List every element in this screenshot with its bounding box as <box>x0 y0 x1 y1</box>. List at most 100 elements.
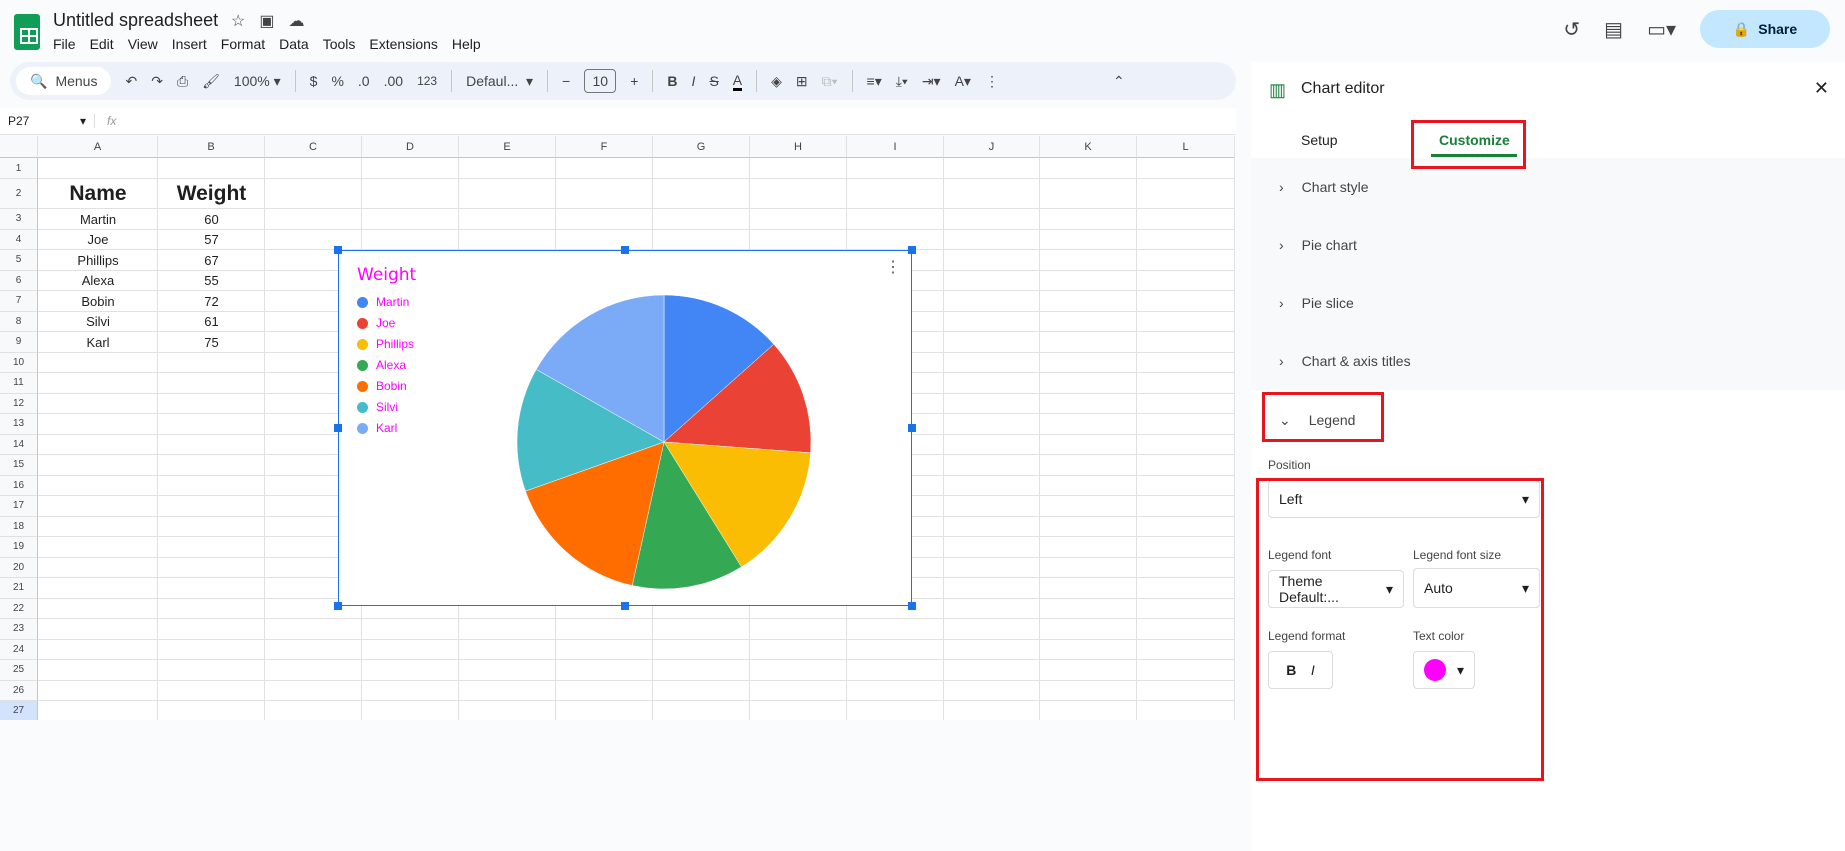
cell[interactable] <box>1137 332 1235 353</box>
column-header[interactable]: H <box>750 136 847 158</box>
cell[interactable] <box>38 352 158 373</box>
cell[interactable] <box>847 680 944 701</box>
cell[interactable] <box>1040 209 1137 230</box>
font-size-input[interactable]: 10 <box>584 69 617 93</box>
cell[interactable] <box>459 701 556 720</box>
cell[interactable] <box>362 209 459 230</box>
cell[interactable] <box>265 229 362 250</box>
cell[interactable] <box>847 179 944 209</box>
pie-slice-joe[interactable] <box>663 343 812 454</box>
cell[interactable] <box>750 701 847 720</box>
cell[interactable] <box>847 229 944 250</box>
cell[interactable] <box>944 639 1040 660</box>
cell[interactable] <box>38 475 158 496</box>
cell[interactable] <box>1137 619 1235 640</box>
cell[interactable] <box>653 619 750 640</box>
resize-handle[interactable] <box>334 424 342 432</box>
cell[interactable] <box>265 660 362 681</box>
row-header[interactable]: 1 <box>0 158 38 179</box>
text-wrap-icon[interactable]: ⇥▾ <box>922 73 941 90</box>
cell[interactable] <box>556 158 653 179</box>
cell[interactable] <box>1040 229 1137 250</box>
cell[interactable] <box>750 158 847 179</box>
cell[interactable] <box>158 598 265 619</box>
cell[interactable] <box>158 680 265 701</box>
cell[interactable] <box>653 158 750 179</box>
cell[interactable] <box>1137 393 1235 414</box>
section-chart-axis-titles[interactable]: › Chart & axis titles <box>1251 332 1845 390</box>
section-chart-style[interactable]: › Chart style <box>1251 158 1845 216</box>
cell[interactable] <box>944 179 1040 209</box>
cell[interactable] <box>1040 557 1137 578</box>
bold-button[interactable]: B <box>667 73 677 89</box>
column-header[interactable]: C <box>265 136 362 158</box>
cell[interactable] <box>944 578 1040 599</box>
cell[interactable] <box>944 352 1040 373</box>
cell[interactable] <box>158 455 265 476</box>
cell[interactable] <box>158 414 265 435</box>
cell[interactable] <box>38 158 158 179</box>
cell[interactable] <box>158 557 265 578</box>
cell[interactable] <box>265 158 362 179</box>
column-header[interactable]: D <box>362 136 459 158</box>
cell[interactable] <box>459 158 556 179</box>
cell[interactable] <box>750 209 847 230</box>
cell-value[interactable]: Silvi <box>38 312 158 333</box>
cell[interactable] <box>362 179 459 209</box>
cell[interactable] <box>38 537 158 558</box>
cell[interactable] <box>944 557 1040 578</box>
cell[interactable] <box>944 619 1040 640</box>
cell[interactable] <box>1137 680 1235 701</box>
cell[interactable] <box>1040 393 1137 414</box>
cell-value[interactable]: 72 <box>158 291 265 312</box>
cell[interactable] <box>944 598 1040 619</box>
cell[interactable] <box>459 179 556 209</box>
row-header[interactable]: 9 <box>0 332 38 353</box>
cell[interactable] <box>556 209 653 230</box>
cell[interactable] <box>265 639 362 660</box>
row-header[interactable]: 10 <box>0 352 38 373</box>
cell[interactable] <box>556 680 653 701</box>
row-header[interactable]: 3 <box>0 209 38 230</box>
cell[interactable] <box>362 229 459 250</box>
menu-view[interactable]: View <box>128 36 158 52</box>
cell[interactable] <box>944 373 1040 394</box>
resize-handle[interactable] <box>908 424 916 432</box>
row-header[interactable]: 6 <box>0 270 38 291</box>
cell-value[interactable]: Joe <box>38 230 158 251</box>
row-header[interactable]: 26 <box>0 680 38 701</box>
row-header[interactable]: 20 <box>0 557 38 578</box>
cell[interactable] <box>944 209 1040 230</box>
italic-button[interactable]: I <box>692 73 696 89</box>
row-header[interactable]: 25 <box>0 660 38 681</box>
chart-menu-icon[interactable]: ⋮ <box>885 257 901 277</box>
cell[interactable] <box>38 434 158 455</box>
cell[interactable] <box>38 660 158 681</box>
cell[interactable] <box>1137 209 1235 230</box>
cell[interactable] <box>944 475 1040 496</box>
cell[interactable] <box>944 434 1040 455</box>
cell-value[interactable]: 75 <box>158 332 265 353</box>
menu-data[interactable]: Data <box>279 36 309 52</box>
pie-slice-alexa[interactable] <box>631 441 742 590</box>
cell[interactable] <box>1040 680 1137 701</box>
decrease-decimal-button[interactable]: .0 <box>358 73 370 89</box>
cell[interactable] <box>1137 270 1235 291</box>
cell[interactable] <box>1040 373 1137 394</box>
cell[interactable] <box>944 680 1040 701</box>
cell[interactable] <box>944 414 1040 435</box>
cell[interactable] <box>1040 158 1137 179</box>
cell[interactable] <box>1137 475 1235 496</box>
font-select[interactable]: Defaul... ▾ <box>466 73 533 90</box>
cell[interactable] <box>38 393 158 414</box>
cell[interactable] <box>158 393 265 414</box>
comments-icon[interactable]: ▤ <box>1604 17 1623 42</box>
cell-value[interactable]: 61 <box>158 312 265 333</box>
cell[interactable] <box>38 414 158 435</box>
cell[interactable] <box>1040 250 1137 271</box>
cell[interactable] <box>944 455 1040 476</box>
cell[interactable] <box>556 639 653 660</box>
row-header[interactable]: 14 <box>0 434 38 455</box>
cell[interactable] <box>1137 455 1235 476</box>
cell[interactable] <box>1137 291 1235 312</box>
